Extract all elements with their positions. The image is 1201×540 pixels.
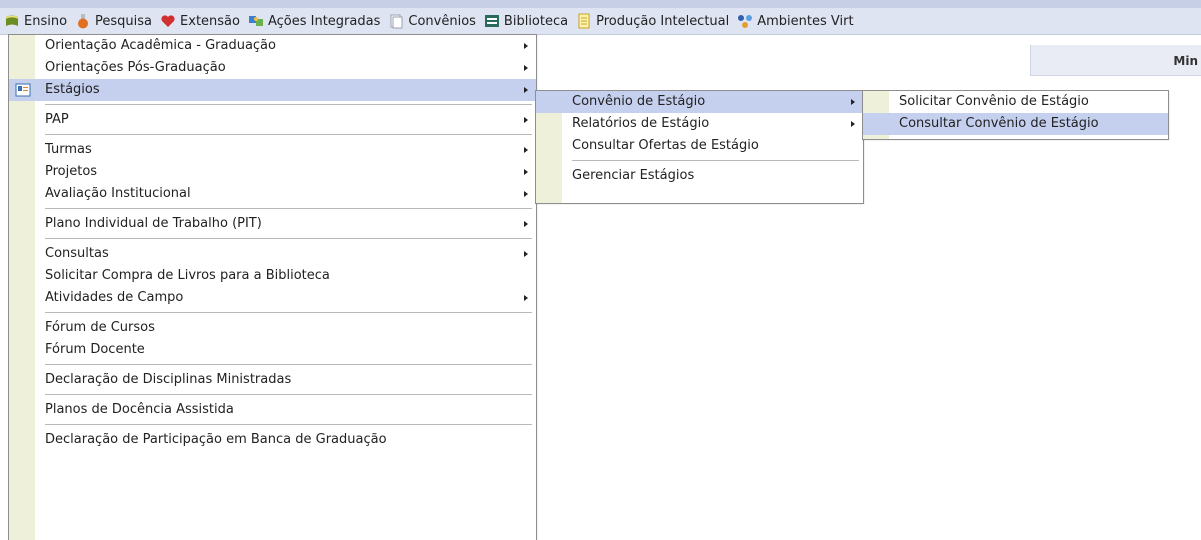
menu-item-projetos[interactable]: Projetos bbox=[9, 161, 536, 183]
menubar-item-ambientes-virt[interactable]: Ambientes Virt bbox=[733, 8, 857, 34]
submenu-arrow-icon bbox=[524, 65, 528, 71]
submenu-arrow-icon bbox=[524, 191, 528, 197]
menu-item-orientacao-academica-graduacao[interactable]: Orientação Acadêmica - Graduação bbox=[9, 35, 536, 57]
menu-item-label: Atividades de Campo bbox=[45, 290, 184, 305]
menu-item-label: Turmas bbox=[45, 142, 92, 157]
menu-item-label: Declaração de Participação em Banca de G… bbox=[45, 432, 387, 447]
menu-item-forum-docente[interactable]: Fórum Docente bbox=[9, 339, 536, 361]
menu-item-label: Estágios bbox=[45, 82, 100, 97]
menu-item-solicitar-convenio-de-estagio[interactable]: Solicitar Convênio de Estágio bbox=[863, 91, 1168, 113]
menubar-item-label: Pesquisa bbox=[95, 13, 153, 29]
menu-item-label: Solicitar Compra de Livros para a Biblio… bbox=[45, 268, 330, 283]
flask-icon bbox=[75, 13, 91, 29]
menubar-item-convenios[interactable]: Convênios bbox=[384, 8, 480, 34]
menubar-item-label: Biblioteca bbox=[503, 13, 569, 29]
menu-item-solicitar-compra-de-livros-para-a-biblioteca[interactable]: Solicitar Compra de Livros para a Biblio… bbox=[9, 265, 536, 287]
menu-separator bbox=[9, 421, 536, 429]
estagios-submenu: Convênio de Estágio Relatórios de Estágio… bbox=[535, 90, 864, 204]
menu-item-consultar-ofertas-de-estagio[interactable]: Consultar Ofertas de Estágio bbox=[536, 135, 863, 157]
menu-item-label: Consultas bbox=[45, 246, 109, 261]
submenu-arrow-icon bbox=[524, 87, 528, 93]
menu-item-forum-de-cursos[interactable]: Fórum de Cursos bbox=[9, 317, 536, 339]
menubar-item-producao-intelectual[interactable]: Produção Intelectual bbox=[572, 8, 733, 34]
menu-item-label: Consultar Convênio de Estágio bbox=[899, 116, 1099, 131]
menu-item-estagios[interactable]: Estágios bbox=[9, 79, 536, 101]
top-accent-strip bbox=[0, 0, 1201, 8]
submenu-arrow-icon bbox=[524, 295, 528, 301]
menu-item-label: Consultar Ofertas de Estágio bbox=[572, 138, 759, 153]
menu-separator bbox=[9, 131, 536, 139]
menubar-item-acoes-integradas[interactable]: Ações Integradas bbox=[244, 8, 384, 34]
heart-icon bbox=[160, 13, 176, 29]
menu-separator bbox=[9, 391, 536, 399]
menu-item-label: Avaliação Institucional bbox=[45, 186, 191, 201]
submenu-arrow-icon bbox=[524, 43, 528, 49]
menu-item-label: Orientações Pós-Graduação bbox=[45, 60, 226, 75]
submenu-arrow-icon bbox=[524, 117, 528, 123]
menu-item-label: Relatórios de Estágio bbox=[572, 116, 710, 131]
menubar-item-label: Extensão bbox=[180, 13, 240, 29]
internship-icon bbox=[15, 82, 31, 98]
menu-separator bbox=[9, 309, 536, 317]
menu-item-gerenciar-estagios[interactable]: Gerenciar Estágios bbox=[536, 165, 863, 187]
menu-item-consultas[interactable]: Consultas bbox=[9, 243, 536, 265]
puzzle-icon bbox=[248, 13, 264, 29]
menu-item-orientacoes-pos-graduacao[interactable]: Orientações Pós-Graduação bbox=[9, 57, 536, 79]
submenu-arrow-icon bbox=[524, 251, 528, 257]
book-icon bbox=[4, 13, 20, 29]
submenu-arrow-icon bbox=[524, 147, 528, 153]
menu-item-label: Plano Individual de Trabalho (PIT) bbox=[45, 216, 262, 231]
menubar-item-biblioteca[interactable]: Biblioteca bbox=[480, 8, 572, 34]
menu-separator bbox=[9, 235, 536, 243]
menubar-item-label: Ambientes Virt bbox=[757, 13, 854, 29]
convenio-submenu: Solicitar Convênio de Estágio Consultar C… bbox=[862, 90, 1169, 140]
menu-separator bbox=[536, 157, 863, 165]
menu-item-plano-individual-de-trabalho-pit[interactable]: Plano Individual de Trabalho (PIT) bbox=[9, 213, 536, 235]
menu-item-label: Solicitar Convênio de Estágio bbox=[899, 94, 1089, 109]
ensino-dropdown-menu: Orientação Acadêmica - Graduação Orientaç… bbox=[8, 34, 537, 540]
main-menubar: Ensino Pesquisa Extensão Ações Integradas Co… bbox=[0, 8, 1201, 35]
menu-item-label: Planos de Docência Assistida bbox=[45, 402, 234, 417]
menu-item-consultar-convenio-de-estagio[interactable]: Consultar Convênio de Estágio bbox=[863, 113, 1168, 135]
menu-item-label: Convênio de Estágio bbox=[572, 94, 706, 109]
submenu-arrow-icon bbox=[524, 221, 528, 227]
menubar-item-label: Produção Intelectual bbox=[596, 13, 730, 29]
menu-item-label: Fórum de Cursos bbox=[45, 320, 155, 335]
right-panel-label: Min bbox=[1173, 54, 1198, 68]
menu-item-planos-de-docencia-assistida[interactable]: Planos de Docência Assistida bbox=[9, 399, 536, 421]
menu-item-label: Fórum Docente bbox=[45, 342, 145, 357]
menubar-item-ensino[interactable]: Ensino bbox=[0, 8, 71, 34]
menu-separator bbox=[9, 205, 536, 213]
menubar-item-label: Ensino bbox=[24, 13, 68, 29]
menu-item-declaracao-de-disciplinas-ministradas[interactable]: Declaração de Disciplinas Ministradas bbox=[9, 369, 536, 391]
menu-item-label: Orientação Acadêmica - Graduação bbox=[45, 38, 276, 53]
notepad-icon bbox=[576, 13, 592, 29]
menu-item-atividades-de-campo[interactable]: Atividades de Campo bbox=[9, 287, 536, 309]
menu-item-label: Declaração de Disciplinas Ministradas bbox=[45, 372, 292, 387]
library-icon bbox=[484, 13, 500, 29]
menu-item-pap[interactable]: PAP bbox=[9, 109, 536, 131]
network-icon bbox=[737, 13, 753, 29]
document-icon bbox=[388, 13, 404, 29]
submenu-arrow-icon bbox=[851, 121, 855, 127]
submenu-arrow-icon bbox=[524, 169, 528, 175]
menubar-item-extensao[interactable]: Extensão bbox=[156, 8, 244, 34]
menu-item-label: PAP bbox=[45, 112, 69, 127]
menubar-item-pesquisa[interactable]: Pesquisa bbox=[71, 8, 156, 34]
menubar-item-label: Convênios bbox=[408, 13, 476, 29]
menu-item-label: Projetos bbox=[45, 164, 98, 179]
right-panel-header: Min bbox=[1030, 45, 1201, 76]
menu-item-declaracao-de-participacao-em-banca-de-graduacao[interactable]: Declaração de Participação em Banca de G… bbox=[9, 429, 536, 451]
menu-item-convenio-de-estagio[interactable]: Convênio de Estágio bbox=[536, 91, 863, 113]
menu-item-relatorios-de-estagio[interactable]: Relatórios de Estágio bbox=[536, 113, 863, 135]
menu-item-label: Gerenciar Estágios bbox=[572, 168, 695, 183]
menu-item-avaliacao-institucional[interactable]: Avaliação Institucional bbox=[9, 183, 536, 205]
menu-item-turmas[interactable]: Turmas bbox=[9, 139, 536, 161]
menubar-item-label: Ações Integradas bbox=[267, 13, 381, 29]
menu-separator bbox=[9, 101, 536, 109]
submenu-arrow-icon bbox=[851, 99, 855, 105]
menu-separator bbox=[9, 361, 536, 369]
